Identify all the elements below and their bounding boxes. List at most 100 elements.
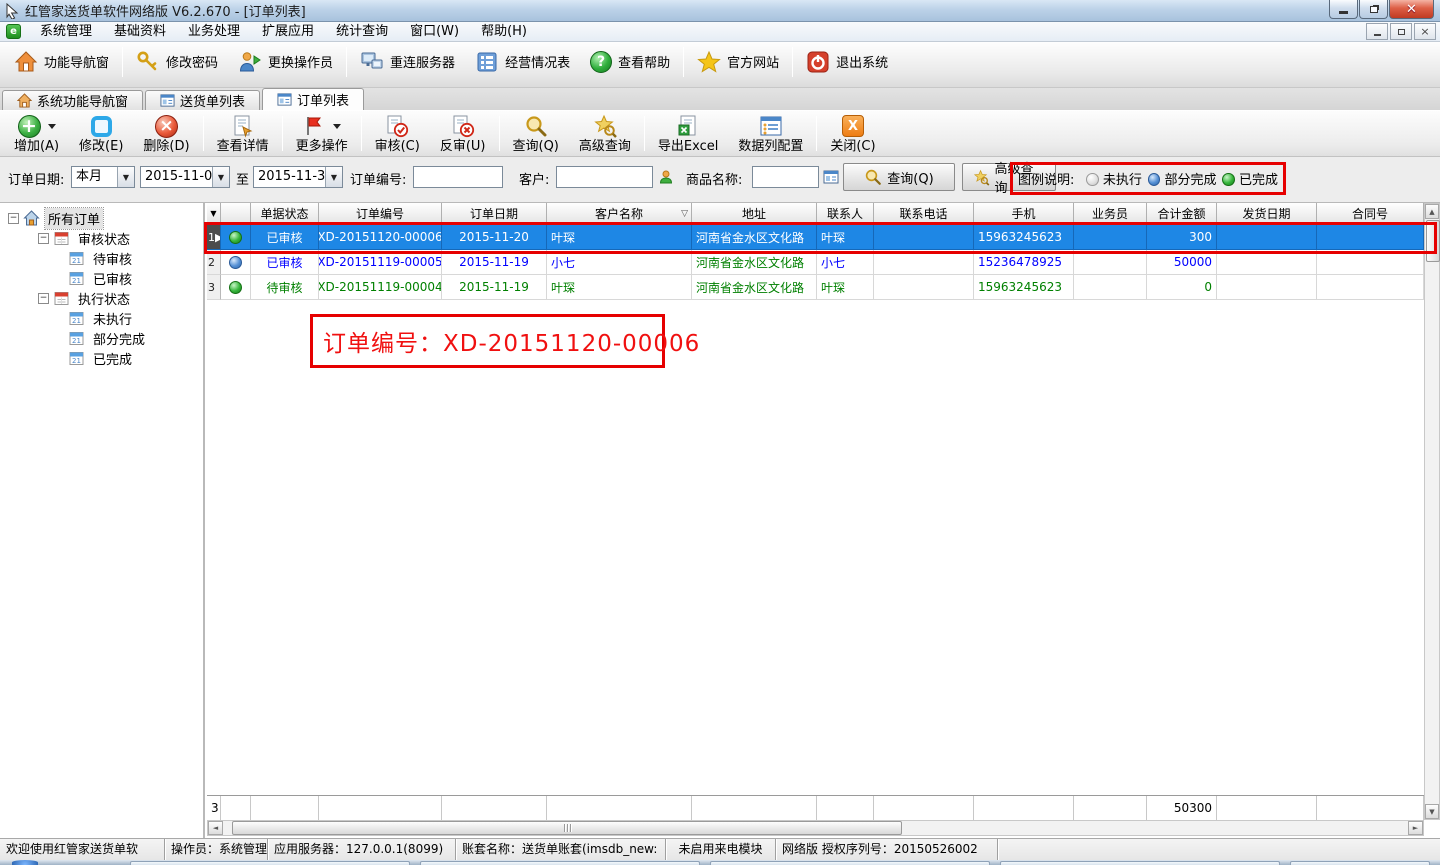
mdi-close-button[interactable]: × — [1414, 23, 1436, 40]
exit-system-button[interactable]: 退出系统 — [796, 45, 898, 79]
tab-order-list[interactable]: 订单列表 — [262, 88, 364, 110]
collapse-icon[interactable]: − — [8, 213, 19, 224]
close-tab-button[interactable]: 关闭(C) — [820, 112, 885, 155]
column-header[interactable]: 合同号 — [1317, 203, 1424, 225]
tree-item-pending-audit[interactable]: 21 待审核 — [0, 248, 203, 268]
official-website-button[interactable]: 官方网站 — [687, 45, 789, 79]
order-no-input[interactable] — [413, 166, 503, 188]
scroll-down-button[interactable]: ▼ — [1425, 804, 1439, 819]
table-row[interactable]: 3待审核XD-20151119-000042015-11-19叶琛河南省金水区文… — [207, 275, 1424, 300]
horizontal-scroll-thumb[interactable] — [232, 821, 902, 835]
taskbar-button[interactable] — [710, 861, 990, 865]
collapse-icon[interactable]: − — [38, 233, 49, 244]
add-button[interactable]: 增加(A) — [4, 112, 69, 155]
view-details-button[interactable]: 查看详情 — [207, 112, 279, 155]
menu-extensions[interactable]: 扩展应用 — [251, 22, 325, 42]
audit-button[interactable]: 审核(C) — [365, 112, 430, 155]
table-row[interactable]: 1▶已审核XD-20151120-000062015-11-20叶琛河南省金水区… — [207, 225, 1424, 250]
tree-item-not-executed[interactable]: 21 未执行 — [0, 308, 203, 328]
query-button[interactable]: 查询(Q) — [503, 112, 569, 155]
view-help-button[interactable]: ? 查看帮助 — [580, 45, 680, 79]
column-header[interactable]: ▼ — [207, 203, 221, 225]
column-header[interactable]: 客户名称▽ — [547, 203, 692, 225]
delete-button[interactable]: 删除(D) — [133, 112, 199, 155]
date-from-select[interactable]: 2015-11-01▼ — [140, 166, 230, 188]
modify-button[interactable]: 修改(E) — [69, 112, 133, 155]
start-orb-icon[interactable] — [12, 860, 38, 865]
customer-input[interactable] — [556, 166, 653, 188]
taskbar-button[interactable] — [1290, 861, 1430, 865]
column-header[interactable]: 订单日期 — [442, 203, 547, 225]
table-cell: XD-20151120-00006 — [319, 225, 442, 250]
tree-item-partial-complete[interactable]: 21 部分完成 — [0, 328, 203, 348]
mdi-minimize-button[interactable] — [1366, 23, 1388, 40]
column-header[interactable]: 业务员 — [1074, 203, 1147, 225]
date-to-select[interactable]: 2015-11-30▼ — [253, 166, 343, 188]
taskbar-button[interactable] — [1000, 861, 1280, 865]
product-name-input[interactable] — [752, 166, 819, 188]
toolbar-separator — [644, 116, 645, 151]
column-header[interactable]: 地址 — [692, 203, 817, 225]
chevron-down-icon[interactable]: ▼ — [325, 167, 342, 187]
tree-item-audited[interactable]: 21 已审核 — [0, 268, 203, 288]
column-header[interactable]: 手机 — [974, 203, 1074, 225]
tab-delivery-list[interactable]: 送货单列表 — [145, 90, 260, 110]
customer-lookup-icon[interactable] — [658, 169, 674, 185]
taskbar-button[interactable] — [420, 861, 700, 865]
column-config-button[interactable]: 数据列配置 — [728, 112, 813, 155]
column-header[interactable]: 发货日期 — [1217, 203, 1317, 225]
menu-system[interactable]: 系统管理 — [29, 22, 103, 42]
business-report-button[interactable]: 经营情况表 — [465, 45, 580, 79]
column-header[interactable]: 合计金额 — [1147, 203, 1217, 225]
advanced-query-button[interactable]: 高级查询 — [569, 112, 641, 155]
menu-window[interactable]: 窗口(W) — [399, 22, 470, 42]
table-row[interactable]: 2已审核XD-20151119-000052015-11-19小七河南省金水区文… — [207, 250, 1424, 275]
tree-item-completed[interactable]: 21 已完成 — [0, 348, 203, 368]
vertical-scroll-thumb[interactable] — [1426, 220, 1440, 262]
summary-cell — [974, 796, 1074, 821]
unaudit-button[interactable]: 反审(U) — [430, 112, 496, 155]
table-cell: 15963245623 — [974, 275, 1074, 300]
vertical-scrollbar[interactable]: ▲ ▼ — [1424, 203, 1440, 820]
column-header[interactable]: 单据状态 — [251, 203, 319, 225]
tree-item-audit-status[interactable]: − 审核状态 — [0, 228, 203, 248]
table-cell: 2015-11-20 — [442, 225, 547, 250]
date-preset-select[interactable]: 本月▼ — [71, 166, 135, 188]
column-config-icon — [759, 114, 783, 138]
scroll-up-button[interactable]: ▲ — [1425, 204, 1439, 219]
scroll-right-button[interactable]: ► — [1408, 821, 1423, 835]
menu-basic-data[interactable]: 基础资料 — [103, 22, 177, 42]
switch-operator-button[interactable]: 更换操作员 — [228, 45, 343, 79]
summary-row: 350300 — [207, 795, 1424, 820]
restore-button[interactable] — [1359, 0, 1388, 19]
tree-item-execution-status[interactable]: − 执行状态 — [0, 288, 203, 308]
chevron-down-icon[interactable] — [48, 124, 56, 129]
horizontal-scrollbar[interactable]: ◄ ► — [207, 820, 1424, 836]
column-header[interactable] — [221, 203, 251, 225]
chevron-down-icon[interactable]: ▼ — [212, 167, 229, 187]
column-header[interactable]: 联系人 — [817, 203, 874, 225]
column-header[interactable]: 联系电话 — [874, 203, 974, 225]
taskbar-button[interactable] — [130, 861, 410, 865]
tree-item-all-orders[interactable]: − 所有订单 — [0, 208, 203, 228]
export-excel-button[interactable]: 导出Excel — [648, 112, 728, 155]
column-header[interactable]: 订单编号 — [319, 203, 442, 225]
close-button[interactable]: ✕ — [1389, 0, 1434, 19]
product-lookup-icon[interactable] — [823, 169, 839, 185]
minimize-button[interactable] — [1329, 0, 1358, 19]
menu-business[interactable]: 业务处理 — [177, 22, 251, 42]
menu-statistics[interactable]: 统计查询 — [325, 22, 399, 42]
chevron-down-icon[interactable]: ▼ — [117, 167, 134, 187]
collapse-icon[interactable]: − — [38, 293, 49, 304]
nav-window-button[interactable]: 功能导航窗 — [4, 45, 119, 79]
scroll-left-button[interactable]: ◄ — [208, 821, 223, 835]
reconnect-server-button[interactable]: 重连服务器 — [350, 45, 465, 79]
chevron-down-icon[interactable] — [333, 124, 341, 129]
menu-help[interactable]: 帮助(H) — [470, 22, 538, 42]
mdi-restore-button[interactable] — [1390, 23, 1412, 40]
more-actions-button[interactable]: 更多操作 — [286, 112, 358, 155]
tab-system-nav[interactable]: 系统功能导航窗 — [2, 90, 143, 110]
flag-icon — [302, 114, 326, 138]
query-filter-button[interactable]: 查询(Q) — [843, 163, 955, 191]
change-password-button[interactable]: 修改密码 — [126, 45, 228, 79]
